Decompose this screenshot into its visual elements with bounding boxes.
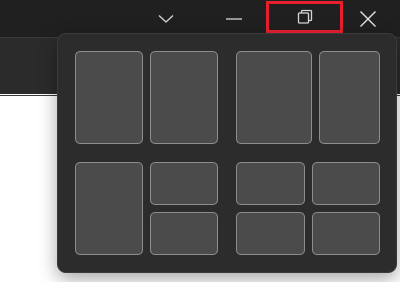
snap-zone-half-left[interactable] [75, 51, 143, 144]
snap-zone-quadrant-top-left[interactable] [236, 162, 305, 205]
minimize-icon [226, 17, 242, 20]
snap-zone-quarter-top-right[interactable] [150, 162, 218, 205]
chevron-down-button[interactable] [148, 0, 184, 37]
restore-button[interactable] [266, 1, 343, 33]
snap-zone-tall-left[interactable] [75, 162, 143, 255]
snap-zone-wide-left[interactable] [236, 51, 312, 144]
snap-zone-quadrant-bottom-left[interactable] [236, 212, 305, 255]
snap-zone-half-right[interactable] [150, 51, 218, 144]
snap-zone-quarter-bottom-right[interactable] [150, 212, 218, 255]
restore-icon [297, 9, 312, 24]
chevron-down-icon [158, 14, 174, 23]
minimize-button[interactable] [214, 0, 254, 37]
close-icon [360, 10, 376, 27]
close-button[interactable] [346, 0, 390, 37]
snap-zone-quadrant-bottom-right[interactable] [312, 212, 380, 255]
snap-layouts-flyout [57, 33, 397, 273]
snap-zone-quadrant-top-right[interactable] [312, 162, 380, 205]
snap-zone-narrow-right[interactable] [319, 51, 380, 144]
